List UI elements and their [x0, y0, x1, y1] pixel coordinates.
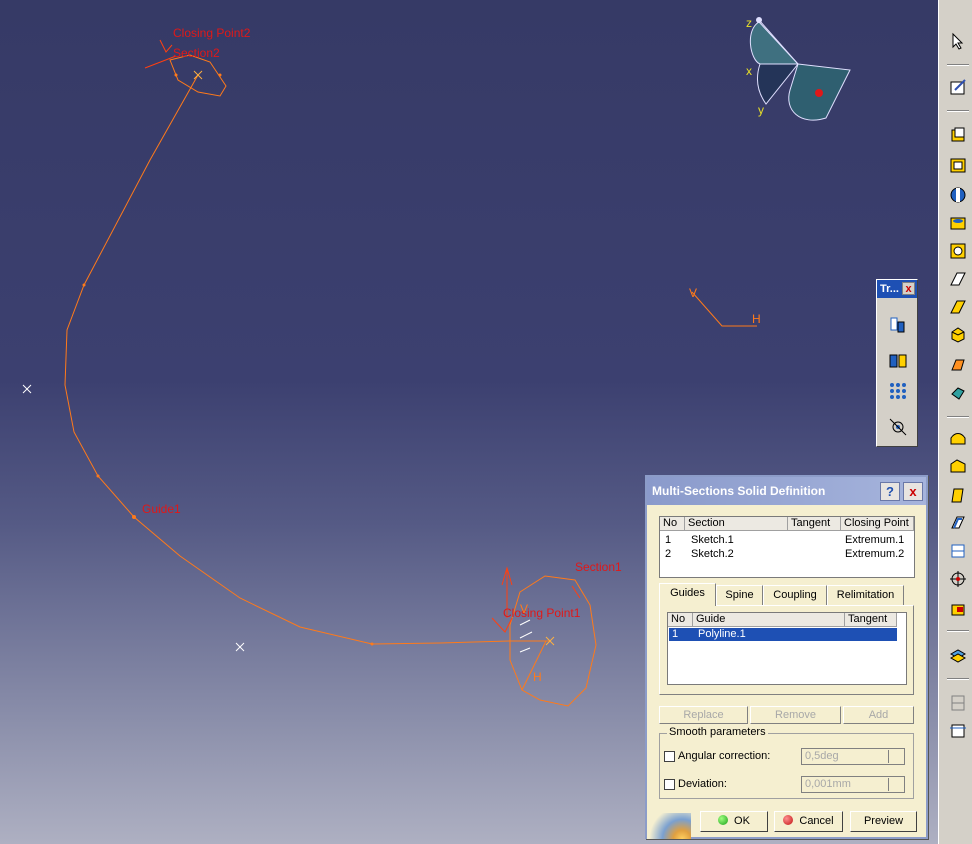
tools-palette[interactable]: Tr... x — [876, 279, 918, 447]
col-guide[interactable]: Guide — [693, 613, 845, 627]
remove-button[interactable]: Remove — [750, 706, 841, 724]
row-closing-point: Extremum.1 — [845, 534, 905, 546]
cancel-label: Cancel — [799, 815, 834, 827]
section1-label: Section1 — [575, 560, 622, 574]
dialog-titlebar[interactable]: Multi-Sections Solid Definition ? x — [647, 477, 926, 505]
section1-v-label: V — [520, 602, 529, 616]
cancel-icon — [783, 815, 794, 825]
row-guide: Polyline.1 — [698, 628, 746, 640]
closing-point1-label: Closing Point1 — [503, 606, 581, 620]
deviation-value: 0,001mm — [805, 778, 851, 790]
angular-correction-label: Angular correction: — [678, 750, 771, 762]
multi-sections-solid-icon[interactable] — [947, 324, 969, 346]
tab-guides[interactable]: Guides — [659, 583, 716, 606]
multi-sections-solid-dialog[interactable]: Multi-Sections Solid Definition ? x No S… — [645, 475, 928, 839]
edge-fillet-icon[interactable] — [947, 428, 969, 450]
pattern-icon[interactable] — [885, 378, 911, 404]
catia-logo-icon — [647, 813, 691, 839]
section1-h-label: H — [533, 670, 542, 684]
guide1-label: Guide1 — [142, 502, 181, 516]
dialog-title: Multi-Sections Solid Definition — [652, 484, 826, 498]
deviation-checkbox[interactable] — [664, 779, 675, 790]
smooth-parameters-title: Smooth parameters — [667, 726, 768, 738]
spinner-icon[interactable] — [888, 750, 903, 763]
reference-element-icon[interactable] — [947, 692, 969, 714]
cancel-button[interactable]: Cancel — [774, 811, 843, 832]
plane-icon[interactable] — [947, 720, 969, 742]
tab-spine[interactable]: Spine — [716, 585, 763, 605]
row-no: 2 — [665, 548, 672, 560]
ok-icon — [718, 815, 729, 825]
stiffener-icon[interactable] — [947, 296, 969, 318]
mirror-icon[interactable] — [885, 348, 911, 374]
solid-combine-icon[interactable] — [947, 382, 969, 404]
add-button[interactable]: Add — [843, 706, 914, 724]
sketch-h-label: H — [752, 312, 761, 326]
smooth-parameters-group: Smooth parameters Angular correction: 0,… — [659, 726, 914, 799]
guides-list[interactable]: No Guide Tangent 1 Polyline.1 — [667, 612, 907, 685]
split-icon[interactable] — [947, 644, 969, 666]
tab-coupling[interactable]: Coupling — [763, 585, 827, 605]
tools-palette-title-text: Tr... — [880, 283, 899, 295]
table-row[interactable]: 1 Polyline.1 — [669, 628, 897, 641]
sketch-axis — [691, 291, 757, 327]
col-tangent[interactable]: Tangent — [845, 613, 897, 627]
replace-button[interactable]: Replace — [659, 706, 748, 724]
col-no[interactable]: No — [668, 613, 693, 627]
col-no[interactable]: No — [660, 517, 685, 531]
translation-icon[interactable] — [885, 312, 911, 338]
deviation-label: Deviation: — [678, 778, 727, 790]
ok-label: OK — [734, 815, 750, 827]
sketch-v-label: V — [689, 286, 698, 300]
sketcher-icon[interactable] — [947, 76, 969, 98]
close-button[interactable]: x — [903, 482, 923, 501]
rib-icon[interactable] — [947, 240, 969, 262]
section2-label: Section2 — [173, 46, 220, 60]
shell-icon[interactable] — [947, 512, 969, 534]
row-closing-point: Extremum.2 — [845, 548, 905, 560]
removed-multi-sections-icon[interactable] — [947, 354, 969, 376]
select-icon[interactable] — [947, 30, 969, 52]
hole-icon[interactable] — [947, 212, 969, 234]
deviation-field[interactable]: 0,001mm — [801, 776, 905, 793]
spinner-icon[interactable] — [888, 778, 903, 791]
shaft-icon[interactable] — [947, 184, 969, 206]
pocket-icon[interactable] — [947, 154, 969, 176]
remove-face-icon[interactable] — [947, 598, 969, 620]
scaling-icon[interactable] — [885, 414, 911, 440]
close-icon[interactable]: x — [902, 282, 915, 295]
col-tangent[interactable]: Tangent — [788, 517, 841, 531]
tab-relimitation[interactable]: Relimitation — [827, 585, 904, 605]
guide-curve — [64, 74, 550, 645]
col-closing-point[interactable]: Closing Point — [841, 517, 914, 531]
pad-icon[interactable] — [947, 124, 969, 146]
ok-button[interactable]: OK — [700, 811, 768, 832]
help-button[interactable]: ? — [880, 482, 900, 501]
preview-button[interactable]: Preview — [850, 811, 917, 832]
draft-icon[interactable] — [947, 484, 969, 506]
tools-palette-title[interactable]: Tr... x — [877, 280, 917, 298]
guides-panel: No Guide Tangent 1 Polyline.1 — [659, 605, 914, 695]
thread-icon[interactable] — [947, 568, 969, 590]
angular-correction-value: 0,5deg — [805, 750, 839, 762]
thickness-icon[interactable] — [947, 540, 969, 562]
angular-correction-checkbox[interactable] — [664, 751, 675, 762]
compass-z-label: z — [746, 16, 752, 30]
compass-x-label: x — [746, 64, 752, 78]
compass-y-label: y — [758, 103, 764, 117]
compass-icon — [750, 17, 851, 121]
right-toolbar — [938, 0, 972, 844]
closing-point2-label: Closing Point2 — [173, 26, 251, 40]
row-section: Sketch.2 — [691, 548, 734, 560]
sections-list[interactable]: No Section Tangent Closing Point 1 Sketc… — [659, 516, 915, 578]
chamfer-icon[interactable] — [947, 456, 969, 478]
angular-correction-field[interactable]: 0,5deg — [801, 748, 905, 765]
slot-icon[interactable] — [947, 268, 969, 290]
row-section: Sketch.1 — [691, 534, 734, 546]
row-no: 1 — [665, 534, 672, 546]
col-section[interactable]: Section — [685, 517, 788, 531]
row-no: 1 — [672, 628, 679, 640]
